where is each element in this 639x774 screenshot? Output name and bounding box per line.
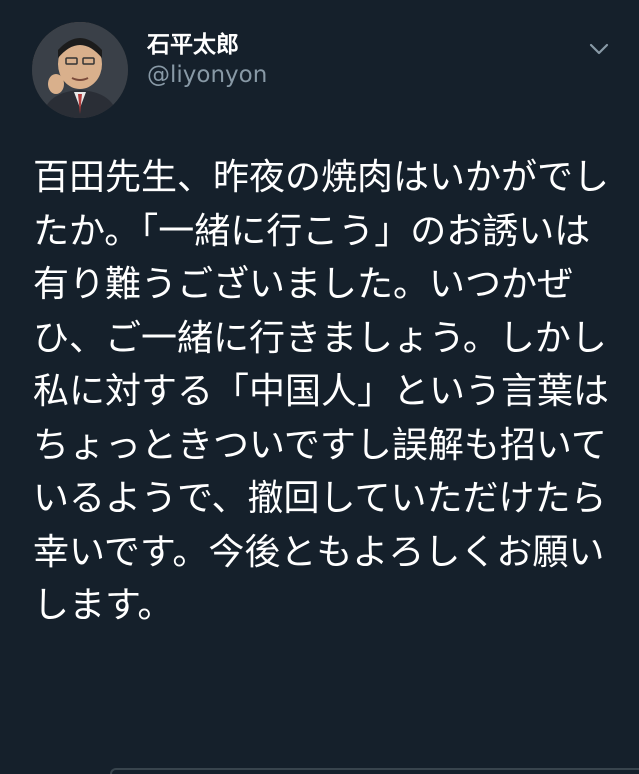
reply-area-edge [110,768,639,774]
avatar[interactable] [32,22,128,118]
chevron-down-icon[interactable] [584,34,614,64]
tweet-card: 石平太郎 @liyonyon 百田先生、昨夜の焼肉はいかがでしたか。「一緒に行こ… [0,0,639,774]
tweet-text: 百田先生、昨夜の焼肉はいかがでしたか。「一緒に行こう」のお誘いは有り難うございま… [33,157,610,626]
user-handle[interactable]: @liyonyon [147,61,267,89]
author-block[interactable]: 石平太郎 @liyonyon [147,30,267,89]
profile-photo-image [32,22,128,118]
display-name[interactable]: 石平太郎 [147,30,267,60]
